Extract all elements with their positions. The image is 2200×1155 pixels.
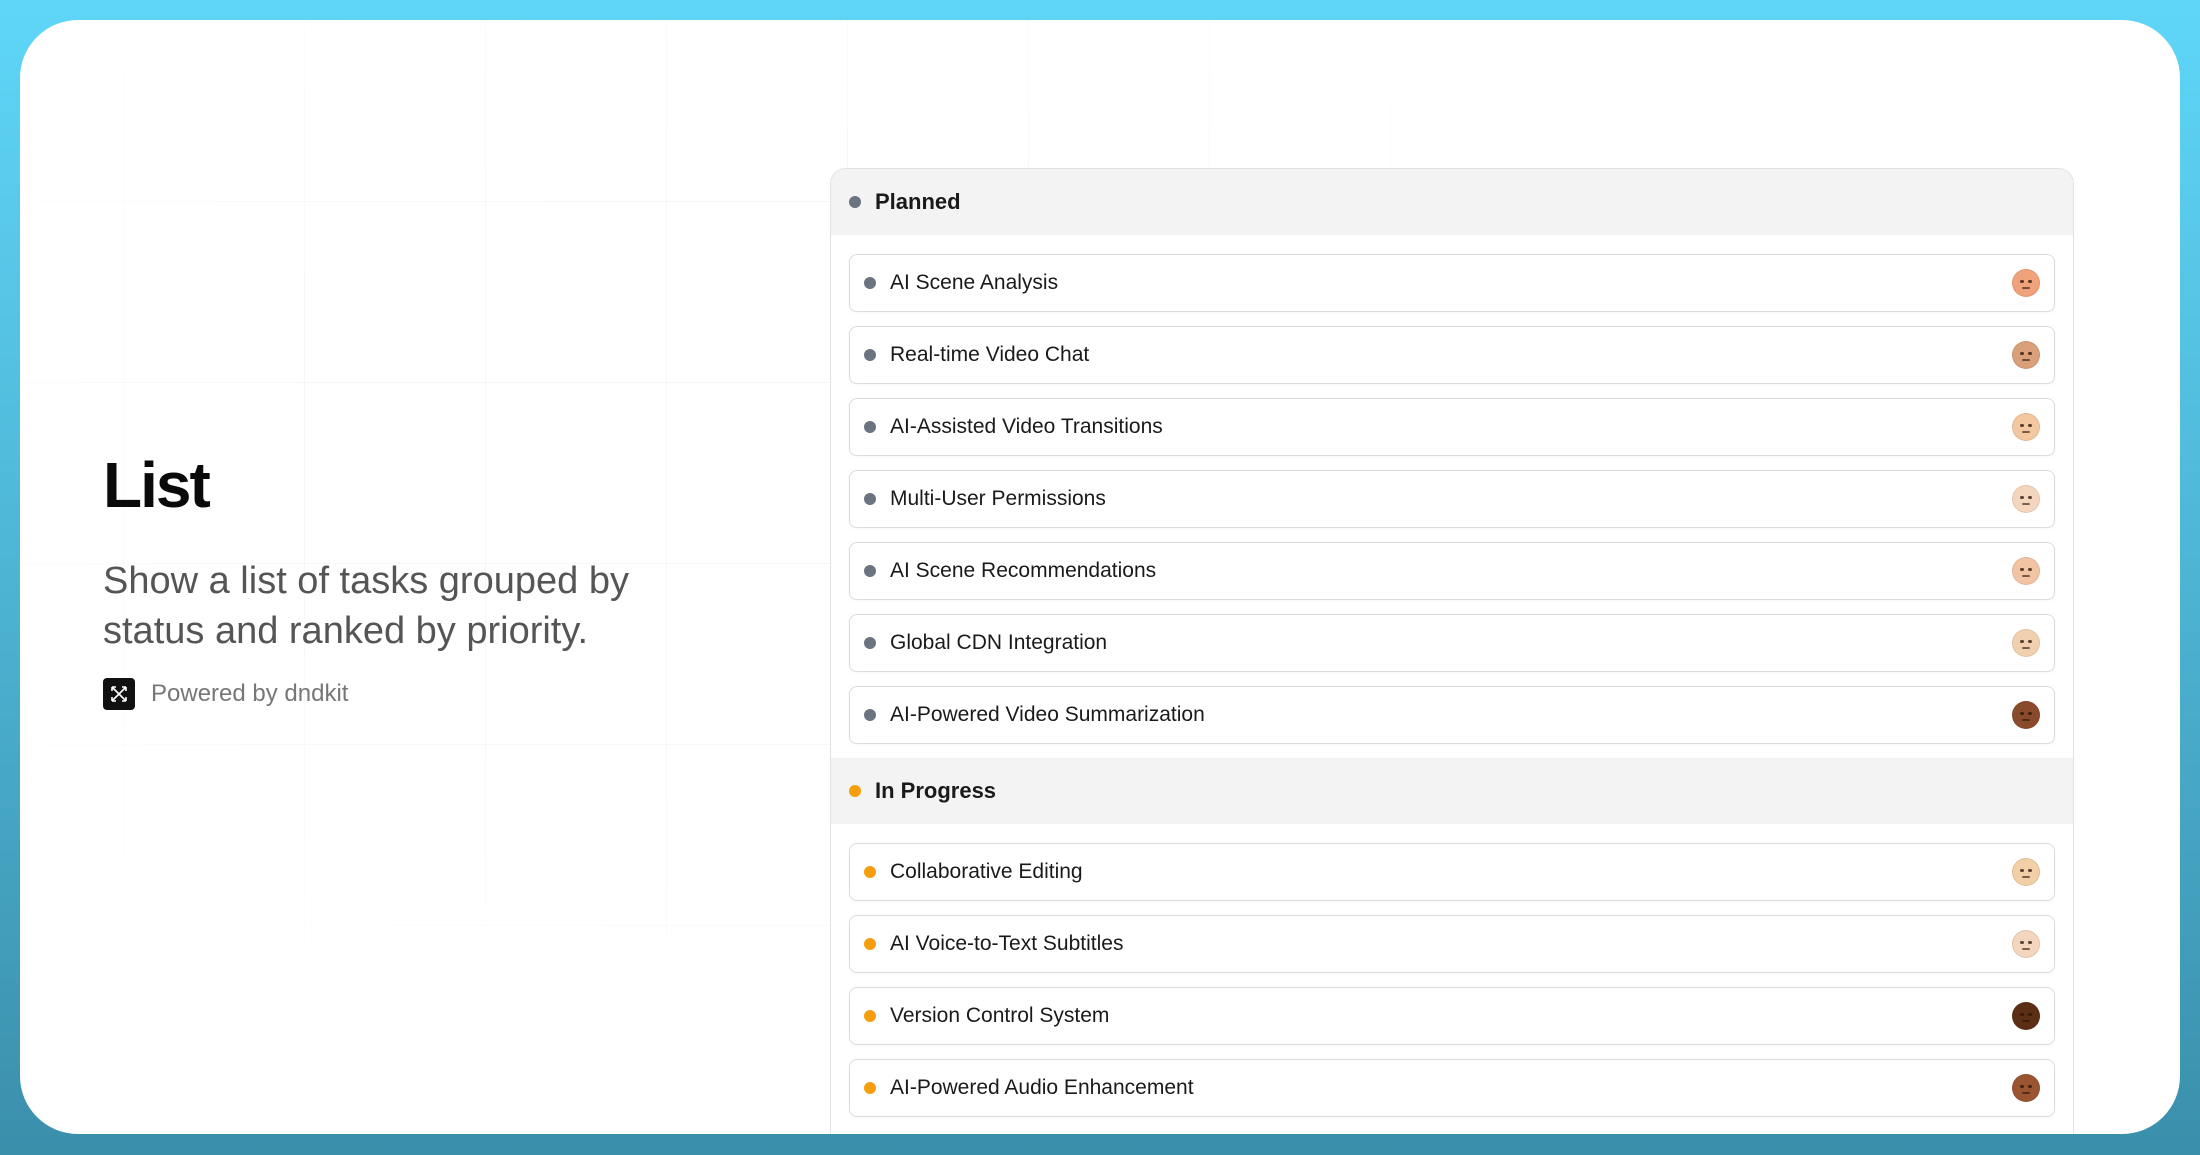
- task-item[interactable]: AI-Powered Audio Enhancement: [849, 1059, 2055, 1117]
- status-dot-icon: [864, 1010, 876, 1022]
- assignee-avatar-icon: [2012, 557, 2040, 585]
- assignee-avatar-icon: [2012, 858, 2040, 886]
- page-title: List: [103, 449, 211, 521]
- assignee-avatar-icon: [2012, 629, 2040, 657]
- task-item[interactable]: AI-Assisted Video Transitions: [849, 398, 2055, 456]
- task-item[interactable]: Multi-User Permissions: [849, 470, 2055, 528]
- task-label: AI-Assisted Video Transitions: [890, 415, 1163, 438]
- task-label: Version Control System: [890, 1004, 1110, 1027]
- task-label: AI-Powered Audio Enhancement: [890, 1076, 1194, 1099]
- status-dot-icon: [864, 349, 876, 361]
- task-item[interactable]: AI Scene Recommendations: [849, 542, 2055, 600]
- task-label: AI Scene Recommendations: [890, 559, 1157, 582]
- intro-section: List Show a list of tasks grouped by sta…: [103, 449, 743, 711]
- status-dot-icon: [864, 637, 876, 649]
- assignee-avatar-icon: [2012, 701, 2040, 729]
- status-dot-icon: [849, 196, 861, 208]
- group-header-planned: Planned: [831, 169, 2073, 235]
- assignee-avatar-icon: [2012, 413, 2040, 441]
- assignee-avatar-icon: [2012, 1002, 2040, 1030]
- assignee-avatar-icon: [2012, 1074, 2040, 1102]
- group-header-in-progress: In Progress: [831, 758, 2073, 824]
- assignee-avatar-icon: [2012, 930, 2040, 958]
- task-label: Collaborative Editing: [890, 860, 1083, 883]
- task-label: AI Scene Analysis: [890, 271, 1059, 294]
- group-items: Collaborative Editing AI Voice-to-Text Su…: [831, 824, 2073, 1117]
- group-items: AI Scene Analysis Real-time Video Chat AI-…: [831, 235, 2073, 744]
- task-item[interactable]: Global CDN Integration: [849, 614, 2055, 672]
- task-item[interactable]: AI Scene Analysis: [849, 254, 2055, 312]
- task-label: Global CDN Integration: [890, 631, 1108, 654]
- task-item[interactable]: Version Control System: [849, 987, 2055, 1045]
- task-label: AI Voice-to-Text Subtitles: [890, 932, 1124, 955]
- task-label: Real-time Video Chat: [890, 343, 1090, 366]
- status-dot-icon: [864, 421, 876, 433]
- task-label: Multi-User Permissions: [890, 487, 1106, 510]
- assignee-avatar-icon: [2012, 269, 2040, 297]
- task-item[interactable]: Collaborative Editing: [849, 843, 2055, 901]
- status-dot-icon: [864, 493, 876, 505]
- task-item[interactable]: Real-time Video Chat: [849, 326, 2055, 384]
- status-dot-icon: [864, 277, 876, 289]
- status-dot-icon: [864, 709, 876, 721]
- task-label: AI-Powered Video Summarization: [890, 703, 1205, 726]
- page-description: Show a list of tasks grouped by status a…: [103, 560, 629, 653]
- group-label: Planned: [875, 189, 961, 214]
- powered-by-text: Powered by dndkit: [151, 680, 349, 708]
- status-dot-icon: [864, 565, 876, 577]
- dndkit-logo-icon: [103, 678, 135, 711]
- assignee-avatar-icon: [2012, 485, 2040, 513]
- status-dot-icon: [849, 785, 861, 797]
- powered-by: Powered by dndkit: [103, 678, 743, 711]
- status-dot-icon: [864, 938, 876, 950]
- task-item[interactable]: AI-Powered Video Summarization: [849, 686, 2055, 744]
- status-dot-icon: [864, 866, 876, 878]
- assignee-avatar-icon: [2012, 341, 2040, 369]
- task-list-panel: Planned AI Scene Analysis Real-time Video …: [830, 168, 2074, 1134]
- showcase-card: List Show a list of tasks grouped by sta…: [20, 20, 2180, 1134]
- task-item[interactable]: AI Voice-to-Text Subtitles: [849, 915, 2055, 973]
- status-dot-icon: [864, 1082, 876, 1094]
- group-label: In Progress: [875, 778, 997, 803]
